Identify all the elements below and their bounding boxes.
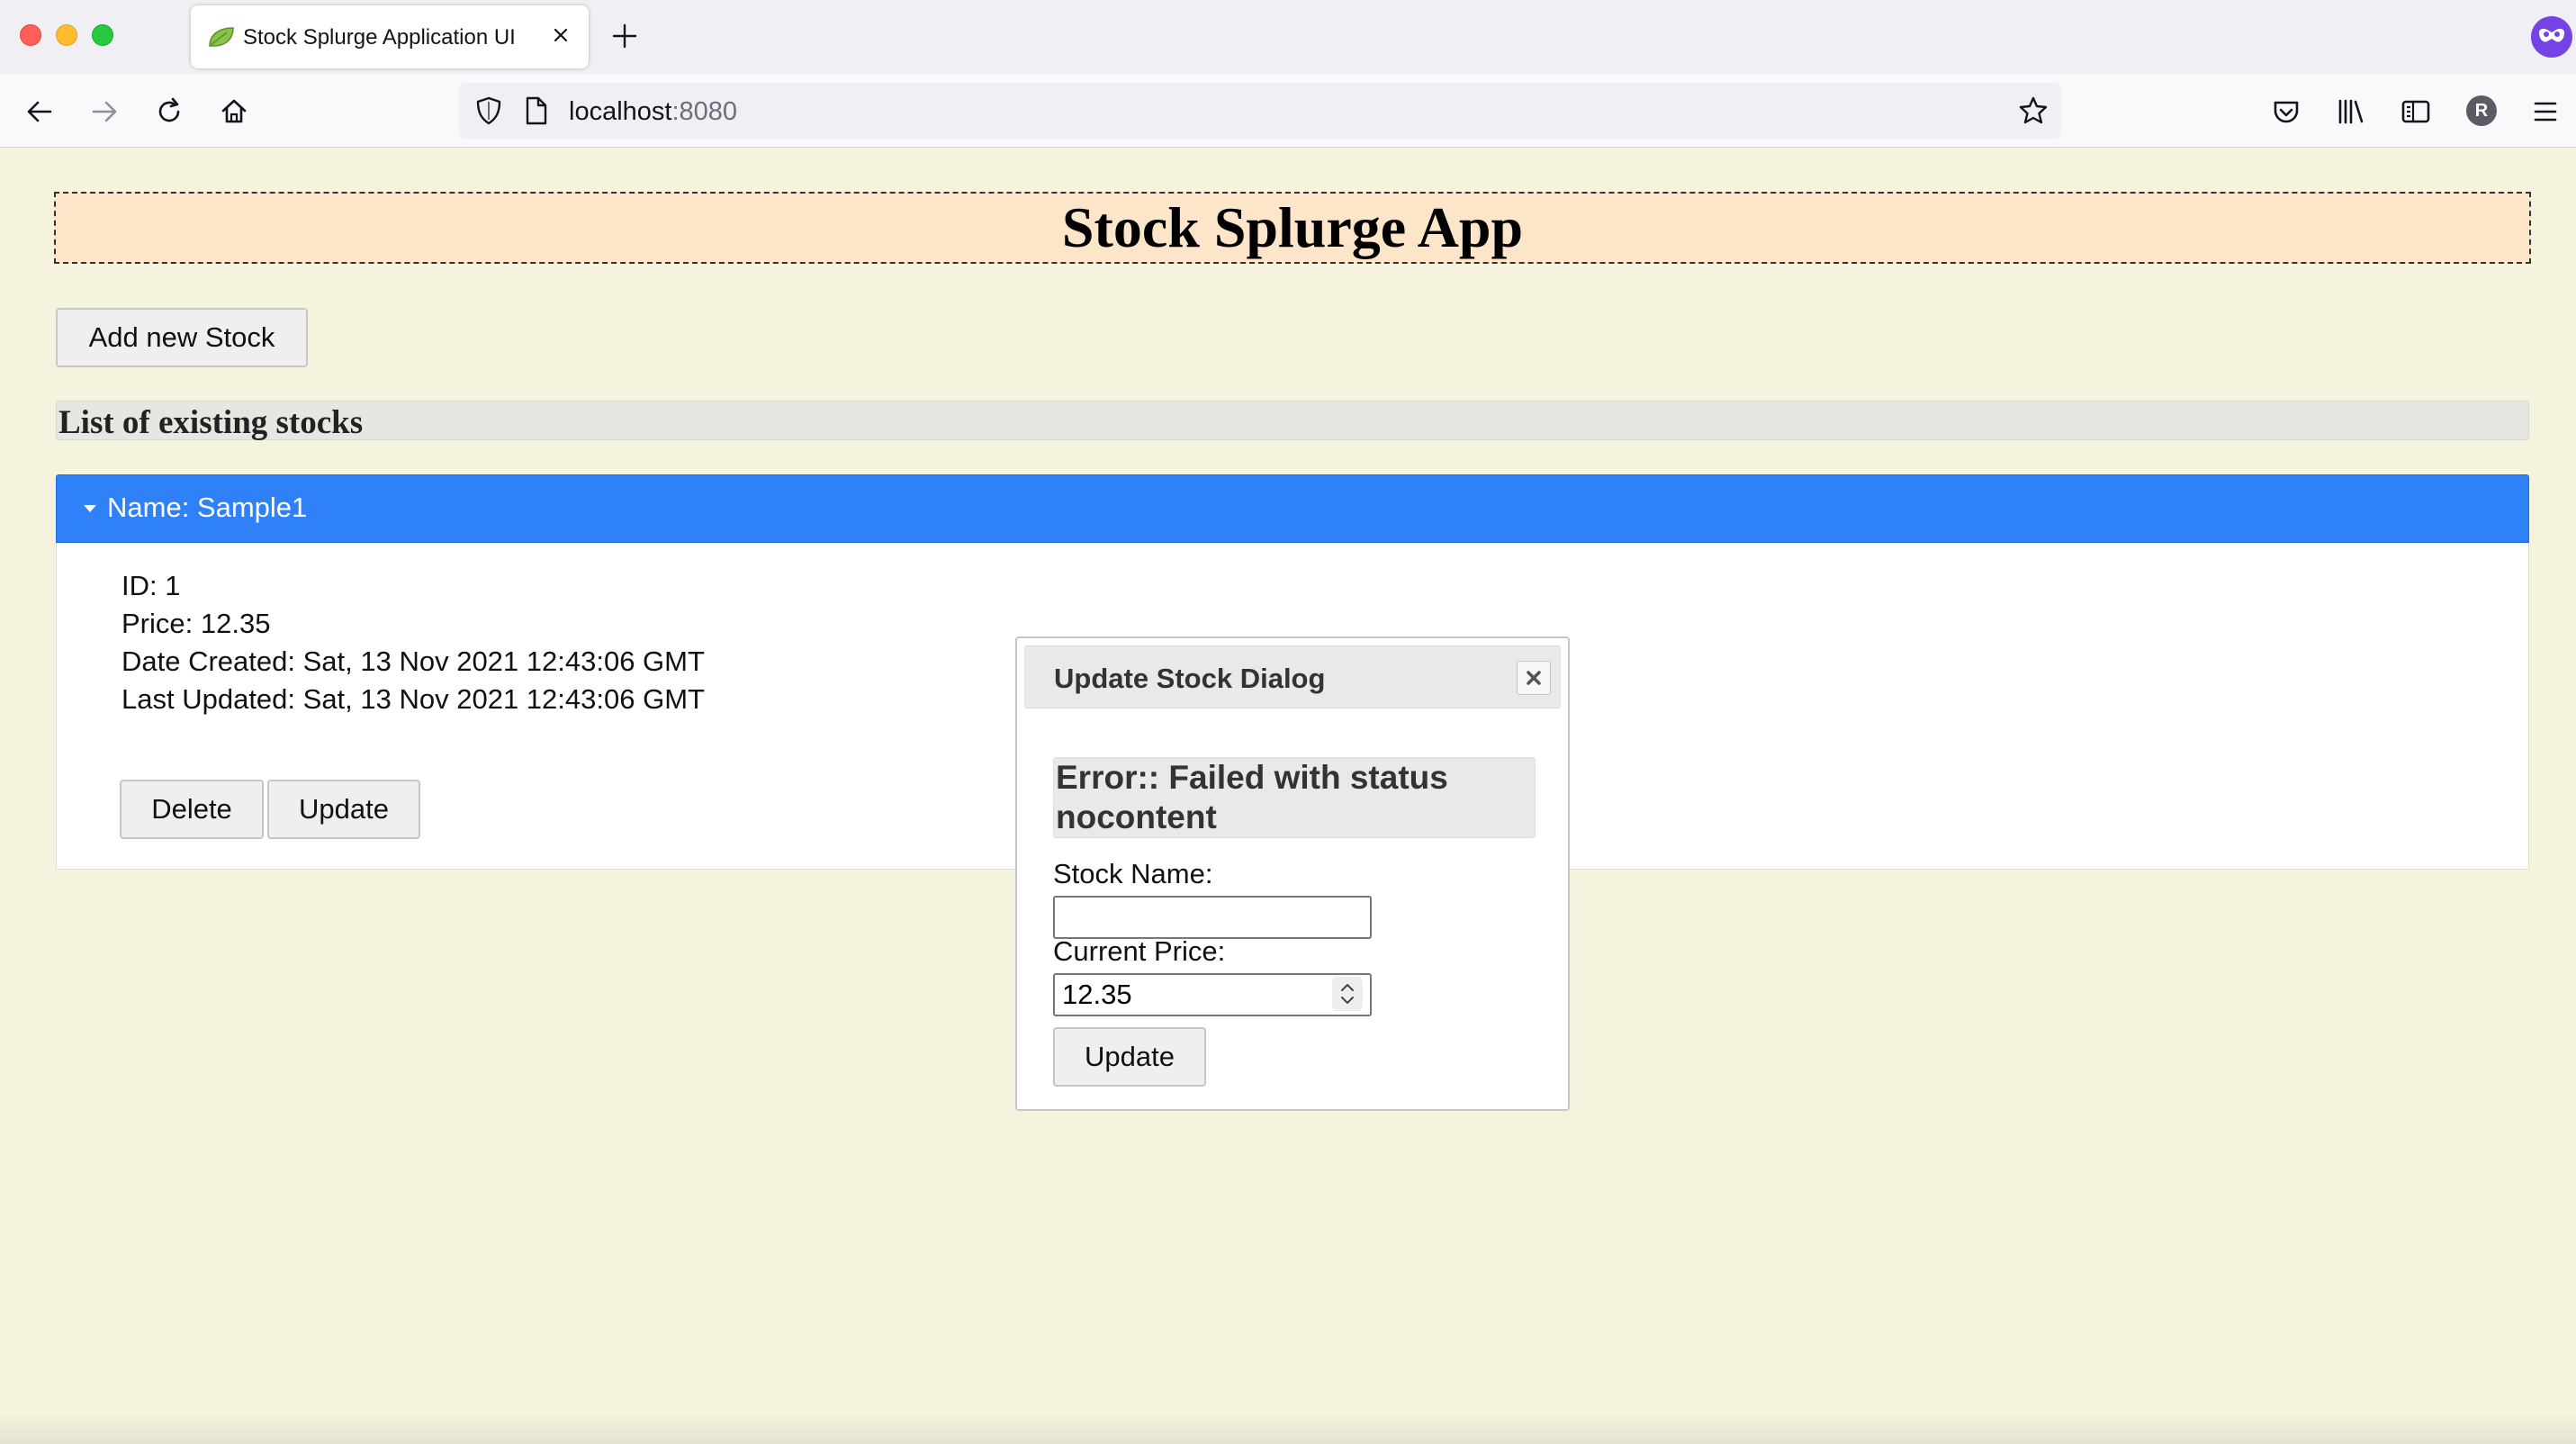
window-zoom-button[interactable] bbox=[92, 24, 113, 46]
dialog-update-button[interactable]: Update bbox=[1053, 1027, 1206, 1087]
add-new-stock-button[interactable]: Add new Stock bbox=[56, 308, 308, 367]
url-port: :8080 bbox=[671, 97, 738, 126]
current-price-label: Current Price: bbox=[1053, 935, 1226, 967]
bottom-shadow bbox=[0, 1413, 2576, 1444]
delete-button[interactable]: Delete bbox=[120, 780, 264, 839]
stock-name-input[interactable] bbox=[1053, 896, 1372, 939]
triangle-down-icon bbox=[84, 505, 96, 512]
back-icon[interactable] bbox=[22, 94, 58, 130]
app-header: Stock Splurge App bbox=[54, 192, 2531, 264]
plus-icon[interactable] bbox=[608, 20, 641, 52]
number-stepper[interactable] bbox=[1332, 977, 1363, 1011]
browser-tab[interactable]: Stock Splurge Application UI bbox=[191, 5, 589, 68]
mask-glyph bbox=[2539, 29, 2564, 42]
tab-title: Stock Splurge Application UI bbox=[243, 25, 516, 50]
url-host: localhost bbox=[569, 97, 672, 126]
stock-accordion-header[interactable]: Name: Sample1 bbox=[56, 474, 2529, 543]
stepper-arrows-icon bbox=[1341, 984, 1354, 1004]
library-icon[interactable] bbox=[2333, 94, 2369, 130]
error-message-box: Error:: Failed with status nocontent bbox=[1053, 757, 1536, 838]
update-stock-dialog: Update Stock Dialog Error:: Failed with … bbox=[1015, 636, 1570, 1111]
forward-icon[interactable] bbox=[86, 94, 122, 130]
error-message: Error:: Failed with status nocontent bbox=[1056, 759, 1448, 835]
page-content: Stock Splurge App Add new Stock List of … bbox=[0, 149, 2576, 1444]
current-price-field bbox=[1053, 973, 1372, 1016]
close-icon[interactable] bbox=[545, 20, 576, 50]
shield-icon[interactable] bbox=[472, 94, 506, 128]
star-icon[interactable] bbox=[2016, 94, 2050, 128]
stock-last-updated: Last Updated: Sat, 13 Nov 2021 12:43:06 … bbox=[122, 683, 705, 715]
update-button[interactable]: Update bbox=[267, 780, 420, 839]
dialog-title: Update Stock Dialog bbox=[1054, 663, 1326, 694]
window-minimize-button[interactable] bbox=[56, 24, 77, 46]
stock-date-created: Date Created: Sat, 13 Nov 2021 12:43:06 … bbox=[122, 645, 705, 677]
url-bar[interactable]: localhost:8080 bbox=[459, 83, 2061, 139]
menu-icon[interactable] bbox=[2527, 94, 2563, 130]
dialog-close-button[interactable] bbox=[1517, 661, 1551, 695]
reload-icon[interactable] bbox=[151, 94, 187, 130]
close-icon bbox=[1527, 671, 1541, 685]
stock-price: Price: 12.35 bbox=[122, 608, 271, 639]
current-price-input[interactable] bbox=[1053, 973, 1372, 1016]
page-icon bbox=[526, 96, 547, 125]
stock-name-label: Name: Sample1 bbox=[107, 492, 308, 523]
avatar[interactable]: R bbox=[2466, 95, 2497, 126]
stock-name-label: Stock Name: bbox=[1053, 858, 1213, 889]
browser-tab-bar: Stock Splurge Application UI bbox=[0, 0, 2576, 74]
sidebar-icon[interactable] bbox=[2398, 94, 2434, 130]
stock-list-heading-text: List of existing stocks bbox=[59, 404, 364, 441]
home-icon[interactable] bbox=[216, 94, 252, 130]
stock-list-heading: List of existing stocks bbox=[56, 401, 2529, 441]
window-close-button[interactable] bbox=[20, 24, 41, 46]
pocket-icon[interactable] bbox=[2268, 94, 2304, 130]
mask-icon[interactable] bbox=[2531, 16, 2572, 58]
page-title: Stock Splurge App bbox=[1061, 195, 1524, 259]
spring-leaf-icon bbox=[209, 27, 234, 47]
browser-nav-bar: localhost:8080 R bbox=[0, 74, 2576, 148]
dialog-titlebar[interactable]: Update Stock Dialog bbox=[1024, 645, 1561, 708]
stock-id: ID: 1 bbox=[122, 570, 181, 601]
url-text[interactable]: localhost:8080 bbox=[569, 97, 737, 127]
